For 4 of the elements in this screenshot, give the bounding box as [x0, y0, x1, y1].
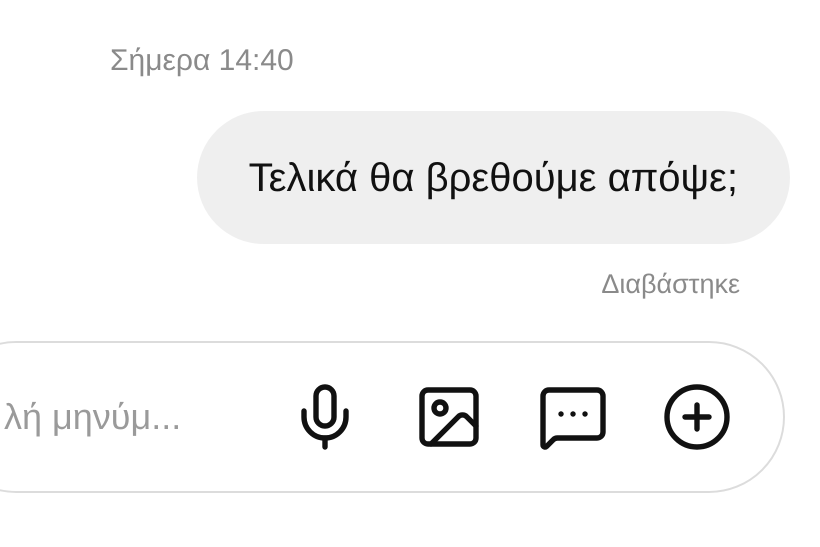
message-field[interactable]: λή μηνύμ... [4, 390, 289, 444]
read-status: Διαβάστηκε [601, 268, 740, 301]
message-bubble: Τελικά θα βρεθούμε απόψε; [196, 111, 790, 244]
timestamp: Σήμερα 14:40 [110, 44, 294, 77]
